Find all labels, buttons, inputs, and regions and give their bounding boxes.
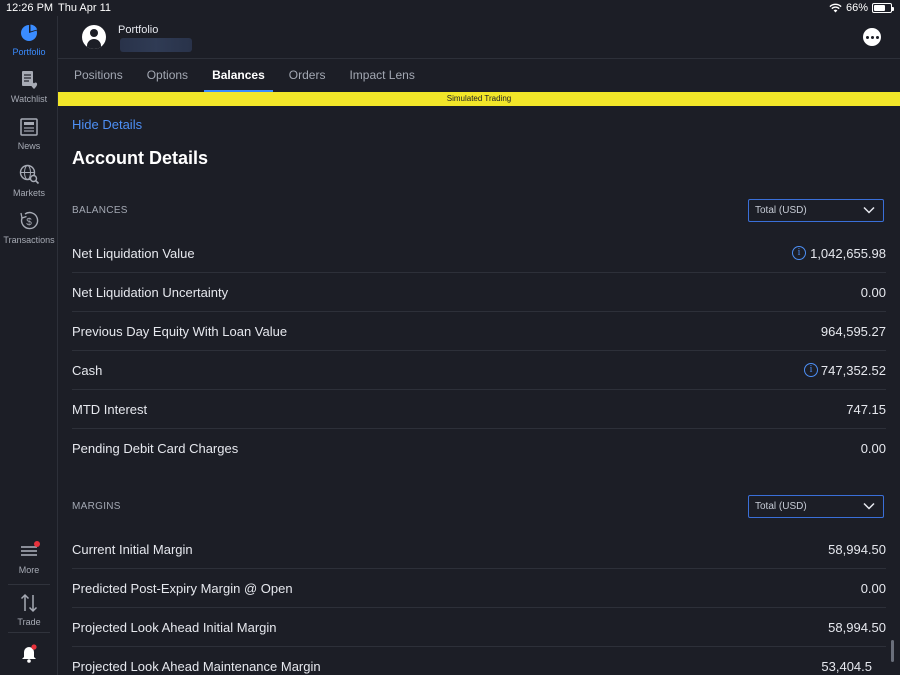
rail-label-more: More xyxy=(18,565,40,575)
balance-row: Previous Day Equity With Loan Value 964,… xyxy=(72,312,886,351)
margin-row: Predicted Post-Expiry Margin @ Open 0.00 xyxy=(72,569,886,608)
row-value: 53,404.5 xyxy=(821,659,872,674)
globe-search-icon xyxy=(19,164,40,185)
tab-balances[interactable]: Balances xyxy=(204,59,273,92)
tab-impact-lens[interactable]: Impact Lens xyxy=(349,59,414,92)
avatar-body xyxy=(87,39,101,49)
left-nav-rail: Portfolio Watchlist News Markets $ Trans… xyxy=(0,16,58,675)
row-value: 964,595.27 xyxy=(820,324,886,339)
page-title: Portfolio xyxy=(118,24,159,36)
row-value: 58,994.50 xyxy=(828,542,886,557)
margin-row: Projected Look Ahead Maintenance Margin … xyxy=(72,647,886,675)
row-label: Net Liquidation Uncertainty xyxy=(72,285,229,300)
row-label: Projected Look Ahead Initial Margin xyxy=(72,620,277,635)
margins-select-value: Total (USD) xyxy=(755,501,807,512)
account-details-title: Account Details xyxy=(72,148,209,168)
bell-icon xyxy=(22,644,37,663)
row-label: MTD Interest xyxy=(72,402,148,417)
tab-options[interactable]: Options xyxy=(147,59,188,92)
trade-arrows-icon xyxy=(20,593,38,613)
rail-item-notifications[interactable] xyxy=(0,642,58,667)
more-options-button[interactable] xyxy=(863,28,881,46)
row-value: 747,352.52 xyxy=(820,363,886,378)
row-value: 747.15 xyxy=(846,402,886,417)
info-icon[interactable]: i xyxy=(804,363,818,377)
row-value: 58,994.50 xyxy=(828,620,886,635)
row-label: Net Liquidation Value xyxy=(72,246,195,261)
row-value: 0.00 xyxy=(860,285,886,300)
status-right: 66% xyxy=(829,2,894,14)
wifi-icon xyxy=(829,3,842,13)
battery-percent: 66% xyxy=(845,2,868,14)
margins-section-label: MARGINS xyxy=(72,501,121,512)
dot-icon xyxy=(875,35,879,39)
status-bar: 12:26 PM Thu Apr 11 66% xyxy=(0,0,900,16)
portfolio-header: Portfolio xyxy=(58,16,900,59)
dot-icon xyxy=(865,35,869,39)
menu-icon xyxy=(21,541,40,556)
rail-item-markets[interactable]: Markets xyxy=(0,163,58,198)
simulated-trading-banner: Simulated Trading xyxy=(58,92,900,106)
chevron-down-icon xyxy=(863,502,875,510)
chevron-down-icon xyxy=(863,206,875,214)
portfolio-tabs: Positions Options Balances Orders Impact… xyxy=(58,59,900,92)
rail-item-watchlist[interactable]: Watchlist xyxy=(0,69,58,104)
rail-item-portfolio[interactable]: Portfolio xyxy=(0,22,58,57)
svg-text:$: $ xyxy=(26,217,32,228)
rail-label-news: News xyxy=(17,141,41,151)
status-date: Thu Apr 11 xyxy=(58,2,111,14)
avatar[interactable] xyxy=(82,25,106,49)
row-value: 1,042,655.98 xyxy=(810,246,886,261)
row-label: Previous Day Equity With Loan Value xyxy=(72,324,288,339)
balance-row: MTD Interest 747.15 xyxy=(72,390,886,429)
rail-label-trade: Trade xyxy=(17,617,41,627)
account-details-panel: Hide Details Account Details BALANCES To… xyxy=(58,106,900,675)
info-icon[interactable]: i xyxy=(792,246,806,260)
row-label: Cash xyxy=(72,363,103,378)
dollar-history-icon: $ xyxy=(20,211,39,230)
hide-details-link[interactable]: Hide Details xyxy=(72,117,142,132)
avatar-head xyxy=(90,29,98,37)
balances-currency-select[interactable]: Total (USD) xyxy=(748,199,884,222)
pie-chart-icon xyxy=(21,24,38,41)
rail-item-news[interactable]: News xyxy=(0,116,58,151)
balances-select-value: Total (USD) xyxy=(755,205,807,216)
balance-row: Net Liquidation Value i 1,042,655.98 xyxy=(72,234,886,273)
scroll-handle[interactable] xyxy=(891,640,894,662)
rail-label-markets: Markets xyxy=(12,188,45,198)
rail-label-watchlist: Watchlist xyxy=(10,94,48,104)
row-value: 0.00 xyxy=(860,581,886,596)
row-value: 0.00 xyxy=(860,441,886,456)
watchlist-icon xyxy=(22,71,38,89)
rail-item-more[interactable]: More xyxy=(0,540,58,575)
newspaper-icon xyxy=(20,118,38,136)
status-time: 12:26 PM xyxy=(6,2,54,14)
rail-divider xyxy=(8,584,50,585)
row-label: Current Initial Margin xyxy=(72,542,193,557)
tab-positions[interactable]: Positions xyxy=(74,59,123,92)
row-label: Pending Debit Card Charges xyxy=(72,441,239,456)
rail-label-portfolio: Portfolio xyxy=(12,47,46,57)
balances-section-label: BALANCES xyxy=(72,205,128,216)
tab-orders[interactable]: Orders xyxy=(289,59,326,92)
row-label: Projected Look Ahead Maintenance Margin xyxy=(72,659,321,674)
margin-row: Current Initial Margin 58,994.50 xyxy=(72,530,886,569)
balance-row: Cash i 747,352.52 xyxy=(72,351,886,390)
rail-item-trade[interactable]: Trade xyxy=(0,592,58,627)
account-id-redacted xyxy=(120,38,192,52)
battery-icon xyxy=(872,3,894,13)
margin-row: Projected Look Ahead Initial Margin 58,9… xyxy=(72,608,886,647)
rail-item-transactions[interactable]: $ Transactions xyxy=(0,210,58,245)
row-label: Predicted Post-Expiry Margin @ Open xyxy=(72,581,293,596)
rail-divider xyxy=(8,632,50,633)
balance-row: Net Liquidation Uncertainty 0.00 xyxy=(72,273,886,312)
dot-icon xyxy=(870,35,874,39)
battery-fill xyxy=(874,5,885,11)
balance-row: Pending Debit Card Charges 0.00 xyxy=(72,429,886,468)
margins-currency-select[interactable]: Total (USD) xyxy=(748,495,884,518)
rail-label-transactions: Transactions xyxy=(3,235,55,245)
